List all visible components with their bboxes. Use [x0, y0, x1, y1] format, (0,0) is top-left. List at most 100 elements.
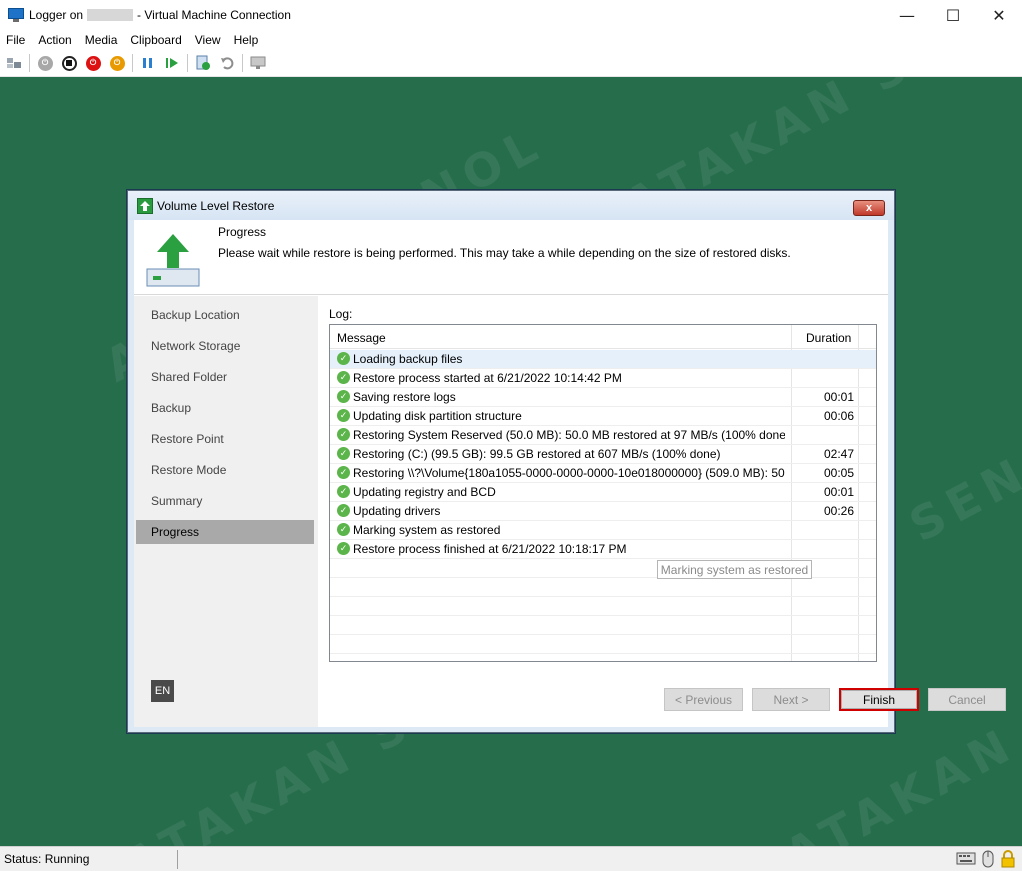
revert-icon[interactable] [218, 54, 236, 72]
menu-clipboard[interactable]: Clipboard [130, 33, 181, 47]
nav-item-network-storage[interactable]: Network Storage [136, 334, 314, 358]
log-header: Message Duration [330, 325, 876, 349]
status-separator [177, 850, 178, 869]
window-titlebar: Logger on - Virtual Machine Connection —… [0, 0, 1022, 30]
status-tray [956, 850, 1016, 871]
dialog-body: Progress Please wait while restore is be… [134, 220, 1006, 727]
wizard-content: Log: Message Duration ✓ Loading backup fi… [318, 296, 1006, 727]
log-message: Saving restore logs [353, 390, 456, 404]
power-icon[interactable]: ⏻ [108, 54, 126, 72]
log-row[interactable]: ✓ Updating registry and BCD 00:01 [330, 483, 876, 502]
title-suffix: - Virtual Machine Connection [137, 8, 291, 22]
toolbar: ⏻ ⏻ ⏻ [0, 50, 1022, 77]
nav-item-backup-location[interactable]: Backup Location [136, 303, 314, 327]
lock-icon [1000, 850, 1016, 871]
empty-row [330, 578, 876, 597]
maximize-button[interactable]: ☐ [930, 0, 976, 30]
menu-file[interactable]: File [6, 33, 25, 47]
nav-item-restore-mode[interactable]: Restore Mode [136, 458, 314, 482]
column-header-message[interactable]: Message [337, 331, 386, 345]
log-duration: 00:26 [824, 504, 855, 518]
log-message: Loading backup files [353, 352, 463, 366]
language-indicator[interactable]: EN [151, 680, 174, 702]
nav-item-summary[interactable]: Summary [136, 489, 314, 513]
toolbar-separator [187, 54, 188, 72]
toolbar-separator [132, 54, 133, 72]
mouse-icon [981, 850, 995, 871]
vm-connection-icon [8, 8, 24, 22]
nav-item-progress[interactable]: Progress [136, 520, 314, 544]
log-row[interactable]: ✓ Restoring System Reserved (50.0 MB): 50… [330, 426, 876, 445]
menu-view[interactable]: View [195, 33, 221, 47]
log-message: Restore process started at 6/21/2022 10:… [353, 371, 622, 385]
status-text: Status: Running [4, 852, 90, 866]
log-row[interactable]: ✓ Loading backup files [330, 350, 876, 369]
log-row[interactable]: ✓ Restore process started at 6/21/2022 10… [330, 369, 876, 388]
nav-item-shared-folder[interactable]: Shared Folder [136, 365, 314, 389]
log-row[interactable]: ✓ Updating drivers 00:26 [330, 502, 876, 521]
nav-item-backup[interactable]: Backup [136, 396, 314, 420]
log-message: Updating registry and BCD [353, 485, 496, 499]
ctrl-alt-del-icon[interactable] [5, 54, 23, 72]
start-icon[interactable]: ⏻ [36, 54, 54, 72]
log-row[interactable]: ✓ Marking system as restored [330, 521, 876, 540]
minimize-button[interactable]: — [884, 0, 930, 30]
log-message: Restore process finished at 6/21/2022 10… [353, 542, 627, 556]
log-duration: 00:05 [824, 466, 855, 480]
empty-row [330, 597, 876, 616]
log-message: Restoring System Reserved (50.0 MB): 50.… [353, 428, 785, 442]
log-row[interactable]: ✓ Restoring (C:) (99.5 GB): 99.5 GB resto… [330, 445, 876, 464]
success-check-icon: ✓ [337, 447, 350, 460]
log-message: Marking system as restored [353, 523, 501, 537]
log-row[interactable]: ✓ Saving restore logs 00:01 [330, 388, 876, 407]
previous-button[interactable]: < Previous [664, 688, 743, 711]
success-check-icon: ✓ [337, 371, 350, 384]
dialog-titlebar: Volume Level Restore x [128, 191, 894, 220]
log-label: Log: [329, 307, 353, 321]
wizard-header: Progress Please wait while restore is be… [134, 220, 888, 295]
success-check-icon: ✓ [337, 523, 350, 536]
title-prefix: Logger on [29, 8, 84, 22]
cancel-button[interactable]: Cancel [928, 688, 1006, 711]
turn-off-icon[interactable] [60, 54, 78, 72]
empty-row [330, 635, 876, 654]
log-duration: 02:47 [824, 447, 855, 461]
log-row[interactable]: ✓ Updating disk partition structure 00:06 [330, 407, 876, 426]
next-button[interactable]: Next > [752, 688, 830, 711]
success-check-icon: ✓ [337, 428, 350, 441]
menu-media[interactable]: Media [85, 33, 118, 47]
status-bar: Status: Running [0, 846, 1022, 871]
restore-icon [137, 197, 153, 214]
dialog-close-button[interactable]: x [853, 200, 885, 216]
shutdown-icon[interactable]: ⏻ [84, 54, 102, 72]
finish-button[interactable]: Finish [839, 688, 919, 711]
header-subtitle: Please wait while restore is being perfo… [218, 246, 791, 260]
pause-icon[interactable] [139, 54, 157, 72]
close-button[interactable]: ✕ [976, 0, 1022, 30]
empty-row [330, 616, 876, 635]
volume-level-restore-dialog: Volume Level Restore x Progress Please w… [127, 190, 1006, 733]
log-message: Restoring \\?\Volume{180a1055-0000-0000-… [353, 466, 785, 480]
log-duration: 00:01 [824, 485, 855, 499]
success-check-icon: ✓ [337, 352, 350, 365]
log-row[interactable]: ✓ Restoring \\?\Volume{180a1055-0000-0000… [330, 464, 876, 483]
nav-item-restore-point[interactable]: Restore Point [136, 427, 314, 451]
menu-help[interactable]: Help [234, 33, 259, 47]
restore-disk-icon [146, 232, 200, 287]
enhanced-session-icon[interactable] [249, 54, 267, 72]
menu-action[interactable]: Action [38, 33, 71, 47]
log-message: Updating disk partition structure [353, 409, 522, 423]
column-header-duration[interactable]: Duration [806, 331, 851, 345]
log-message: Restoring (C:) (99.5 GB): 99.5 GB restor… [353, 447, 721, 461]
success-check-icon: ✓ [337, 542, 350, 555]
success-check-icon: ✓ [337, 485, 350, 498]
checkpoint-icon[interactable] [194, 54, 212, 72]
log-list[interactable]: Message Duration ✓ Loading backup files ✓ R… [329, 324, 877, 662]
log-row[interactable]: ✓ Restore process finished at 6/21/2022 1… [330, 540, 876, 559]
tooltip: Marking system as restored [657, 560, 812, 579]
resume-icon[interactable] [163, 54, 181, 72]
success-check-icon: ✓ [337, 504, 350, 517]
keyboard-icon [956, 850, 976, 871]
success-check-icon: ✓ [337, 390, 350, 403]
window-title: Logger on - Virtual Machine Connection [29, 8, 291, 22]
